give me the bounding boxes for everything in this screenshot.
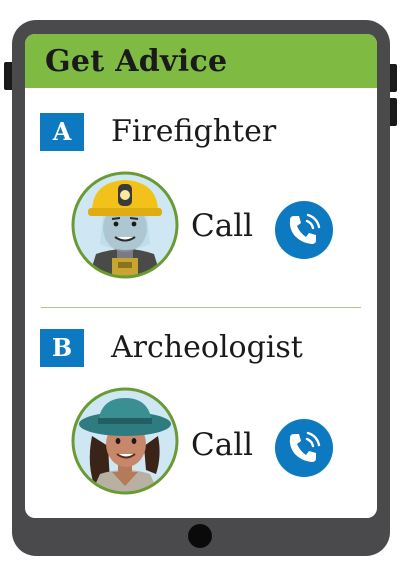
option-a-call-button[interactable] [275, 201, 333, 259]
page-title: Get Advice [45, 44, 228, 79]
app-stage: Get Advice A Firefighter Call B Archeolo… [0, 0, 401, 576]
option-b-badge: B [40, 329, 84, 367]
header-bar: Get Advice [25, 34, 377, 88]
archeologist-avatar-icon [70, 386, 180, 496]
option-a-title: Firefighter [111, 114, 277, 149]
phone-call-icon [275, 201, 333, 259]
options-divider [41, 307, 361, 308]
option-a-call-label: Call [191, 208, 254, 244]
phone-call-icon [275, 419, 333, 477]
firefighter-avatar-icon [70, 170, 180, 280]
device-screen: Get Advice A Firefighter Call B Archeolo… [25, 34, 377, 518]
option-b-call-label: Call [191, 427, 254, 463]
option-b-title: Archeologist [111, 330, 303, 365]
option-a-badge: A [40, 113, 84, 151]
option-b-call-button[interactable] [275, 419, 333, 477]
home-button-icon[interactable] [188, 524, 212, 548]
